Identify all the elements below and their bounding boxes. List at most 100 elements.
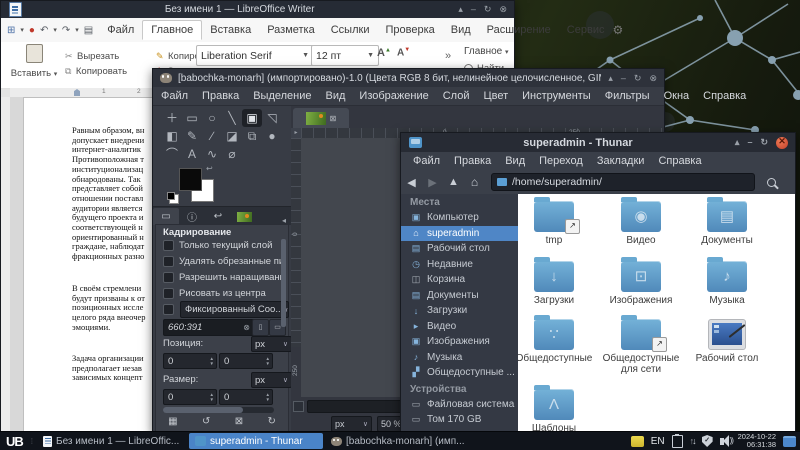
foreground-color-swatch[interactable] xyxy=(179,168,202,191)
sidebar-item-home[interactable]: ⌂superadmin xyxy=(401,226,518,242)
image-thumbnail-tab[interactable] xyxy=(231,208,257,225)
gimp-menu-colors[interactable]: Цвет xyxy=(483,90,508,102)
gimp-menu-help[interactable]: Справка xyxy=(703,90,746,102)
tab-review[interactable]: Проверка xyxy=(377,21,442,39)
default-colors-icon[interactable] xyxy=(167,192,175,200)
ratio-input[interactable]: 660:391⊗ xyxy=(163,319,255,336)
tool-paths-icon[interactable]: ╲ xyxy=(222,109,242,127)
option-delete-cropped-pixels[interactable]: Удалять обрезанные пиксели xyxy=(163,256,281,267)
gimp-menu-edit[interactable]: Правка xyxy=(202,90,239,102)
gimp-shade-button[interactable]: ▴ xyxy=(608,74,613,83)
thunar-file-pane[interactable]: ↗ tmp ◉ Видео ▤ Документы ↓ Загрузки ⊡ И… xyxy=(518,194,795,431)
pointer-tab[interactable]: ⓘ xyxy=(179,208,205,225)
record-icon[interactable]: ● xyxy=(29,25,35,36)
new-doc-icon[interactable]: ⊞ xyxy=(7,25,15,36)
thunar-menu-bookmarks[interactable]: Закладки xyxy=(597,155,645,167)
forward-button[interactable]: ▶ xyxy=(422,176,443,189)
file-templates[interactable]: Λ Шаблоны xyxy=(518,384,594,431)
gimp-maximize-button[interactable]: ↻ xyxy=(634,74,642,83)
writer-titlebar[interactable]: Без имени 1 — LibreOffice Writer ▴ – ↻ ⊗ xyxy=(1,1,514,18)
network-icon[interactable]: ↑↓ xyxy=(690,436,695,446)
path-bar[interactable]: /home/superadmin/ xyxy=(491,173,755,191)
sidebar-item-videos[interactable]: ▸Видео xyxy=(401,319,518,335)
gimp-menu-file[interactable]: Файл xyxy=(161,90,188,102)
toolbar-overflow-button[interactable]: » xyxy=(445,50,451,62)
thunar-maximize-button[interactable]: ↻ xyxy=(760,138,768,147)
back-button[interactable]: ◀ xyxy=(401,176,422,189)
tool-clone-icon[interactable]: ⧉ xyxy=(242,127,262,145)
size-height-spinner[interactable]: 0▲▼ xyxy=(219,389,273,405)
file-public-network[interactable]: ↗ Общедоступные для сети xyxy=(601,314,681,375)
thunar-search-icon[interactable] xyxy=(767,178,776,187)
writer-minimize-button[interactable]: – xyxy=(471,5,476,14)
tool-free-select-icon[interactable]: ○ xyxy=(202,109,222,127)
print-icon[interactable]: ▤ xyxy=(84,25,93,36)
keyboard-layout-indicator[interactable]: EN xyxy=(651,436,665,447)
tab-references[interactable]: Ссылки xyxy=(323,21,378,39)
file-desktop[interactable]: Рабочий стол xyxy=(687,314,767,364)
gimp-titlebar[interactable]: [babochka-monarh] (импортировано)-1.0 (Ц… xyxy=(153,69,664,87)
portrait-icon[interactable]: ▯ xyxy=(252,319,269,336)
tab-layout[interactable]: Разметка xyxy=(259,21,323,39)
redo-icon[interactable]: ↷ xyxy=(62,25,70,36)
tool-smudge-icon[interactable]: ● xyxy=(262,127,282,145)
taskbar-gimp-button[interactable]: [babochka-monarh] (имп... xyxy=(325,433,477,449)
gimp-menu-windows[interactable]: Окна xyxy=(664,90,690,102)
image-tab-close-icon[interactable]: ⊠ xyxy=(330,114,337,123)
position-unit-select[interactable]: px∨ xyxy=(251,336,292,352)
file-documents[interactable]: ▤ Документы xyxy=(687,196,767,246)
thunar-close-button[interactable]: ✕ xyxy=(776,137,788,149)
writer-shade-button[interactable]: ▴ xyxy=(458,5,463,14)
tool-move-icon[interactable]: ＋ xyxy=(162,109,182,127)
thunar-menu-file[interactable]: Файл xyxy=(413,155,440,167)
show-desktop-icon[interactable] xyxy=(783,436,796,447)
gimp-menu-image[interactable]: Изображение xyxy=(359,90,428,102)
gimp-menu-layer[interactable]: Слой xyxy=(443,90,470,102)
option-allow-growing[interactable]: Разрешить наращивание xyxy=(163,272,281,283)
file-tmp[interactable]: ↗ tmp xyxy=(518,196,594,246)
tool-crop-icon[interactable]: ▣ xyxy=(242,109,262,127)
image-tab[interactable]: ⊠ xyxy=(293,108,349,128)
option-expand-from-center[interactable]: Рисовать из центра xyxy=(163,288,281,299)
tool-paintbrush-icon[interactable]: ✎ xyxy=(182,127,202,145)
tool-bucket-fill-icon[interactable]: ◧ xyxy=(162,127,182,145)
tool-gradient-icon[interactable]: ⌒ xyxy=(162,145,182,163)
sidebar-item-pictures[interactable]: ▣Изображения xyxy=(401,334,518,350)
font-size-select[interactable]: 12 пт▼ xyxy=(311,45,379,66)
canvas-unit-select[interactable]: px∨ xyxy=(331,416,372,432)
gimp-menu-tools[interactable]: Инструменты xyxy=(522,90,591,102)
options-horizontal-scrollbar[interactable] xyxy=(163,407,274,413)
gimp-menu-select[interactable]: Выделение xyxy=(253,90,311,102)
new-doc-caret-icon[interactable]: ▾ xyxy=(20,26,24,34)
gimp-close-button[interactable]: ⊗ xyxy=(649,74,657,83)
taskbar-thunar-button[interactable]: superadmin - Thunar xyxy=(189,433,323,449)
grow-font-icon[interactable]: A▲ xyxy=(377,47,391,59)
undo-caret-icon[interactable]: ▾ xyxy=(53,26,57,34)
thunar-menu-edit[interactable]: Правка xyxy=(454,155,491,167)
file-pictures[interactable]: ⊡ Изображения xyxy=(601,256,681,306)
file-videos[interactable]: ◉ Видео xyxy=(601,196,681,246)
option-current-layer-only[interactable]: Только текущий слой xyxy=(163,240,281,251)
tray-app-icon[interactable] xyxy=(631,436,644,447)
redo-caret-icon[interactable]: ▾ xyxy=(75,26,79,34)
sidebar-item-computer[interactable]: ▣Компьютер xyxy=(401,210,518,226)
thunar-menu-go[interactable]: Переход xyxy=(539,155,583,167)
tab-insert[interactable]: Вставка xyxy=(202,21,259,39)
tab-file[interactable]: Файл xyxy=(99,21,142,39)
sidebar-item-downloads[interactable]: ↓Загрузки xyxy=(401,303,518,319)
tool-zoom-icon[interactable]: ⌀ xyxy=(222,145,242,163)
option-fixed-checkbox[interactable] xyxy=(163,304,174,315)
tab-view[interactable]: Вид xyxy=(443,21,479,39)
gimp-menu-view[interactable]: Вид xyxy=(326,90,346,102)
writer-close-button[interactable]: ⊗ xyxy=(499,5,507,14)
copy-button[interactable]: ⧉ Копировать xyxy=(65,61,127,79)
writer-maximize-button[interactable]: ↻ xyxy=(484,5,492,14)
tool-options-tab[interactable]: ▭ xyxy=(153,208,179,225)
position-x-spinner[interactable]: 0▲▼ xyxy=(163,353,217,369)
tool-text-icon[interactable]: A xyxy=(182,145,202,163)
shrink-font-icon[interactable]: A▼ xyxy=(397,47,410,58)
volume-icon[interactable] xyxy=(720,438,724,445)
thunar-shade-button[interactable]: ▴ xyxy=(735,138,740,147)
sidebar-item-filesystem[interactable]: ▭Файловая система xyxy=(401,397,518,413)
quick-mask-icon[interactable] xyxy=(293,401,304,412)
